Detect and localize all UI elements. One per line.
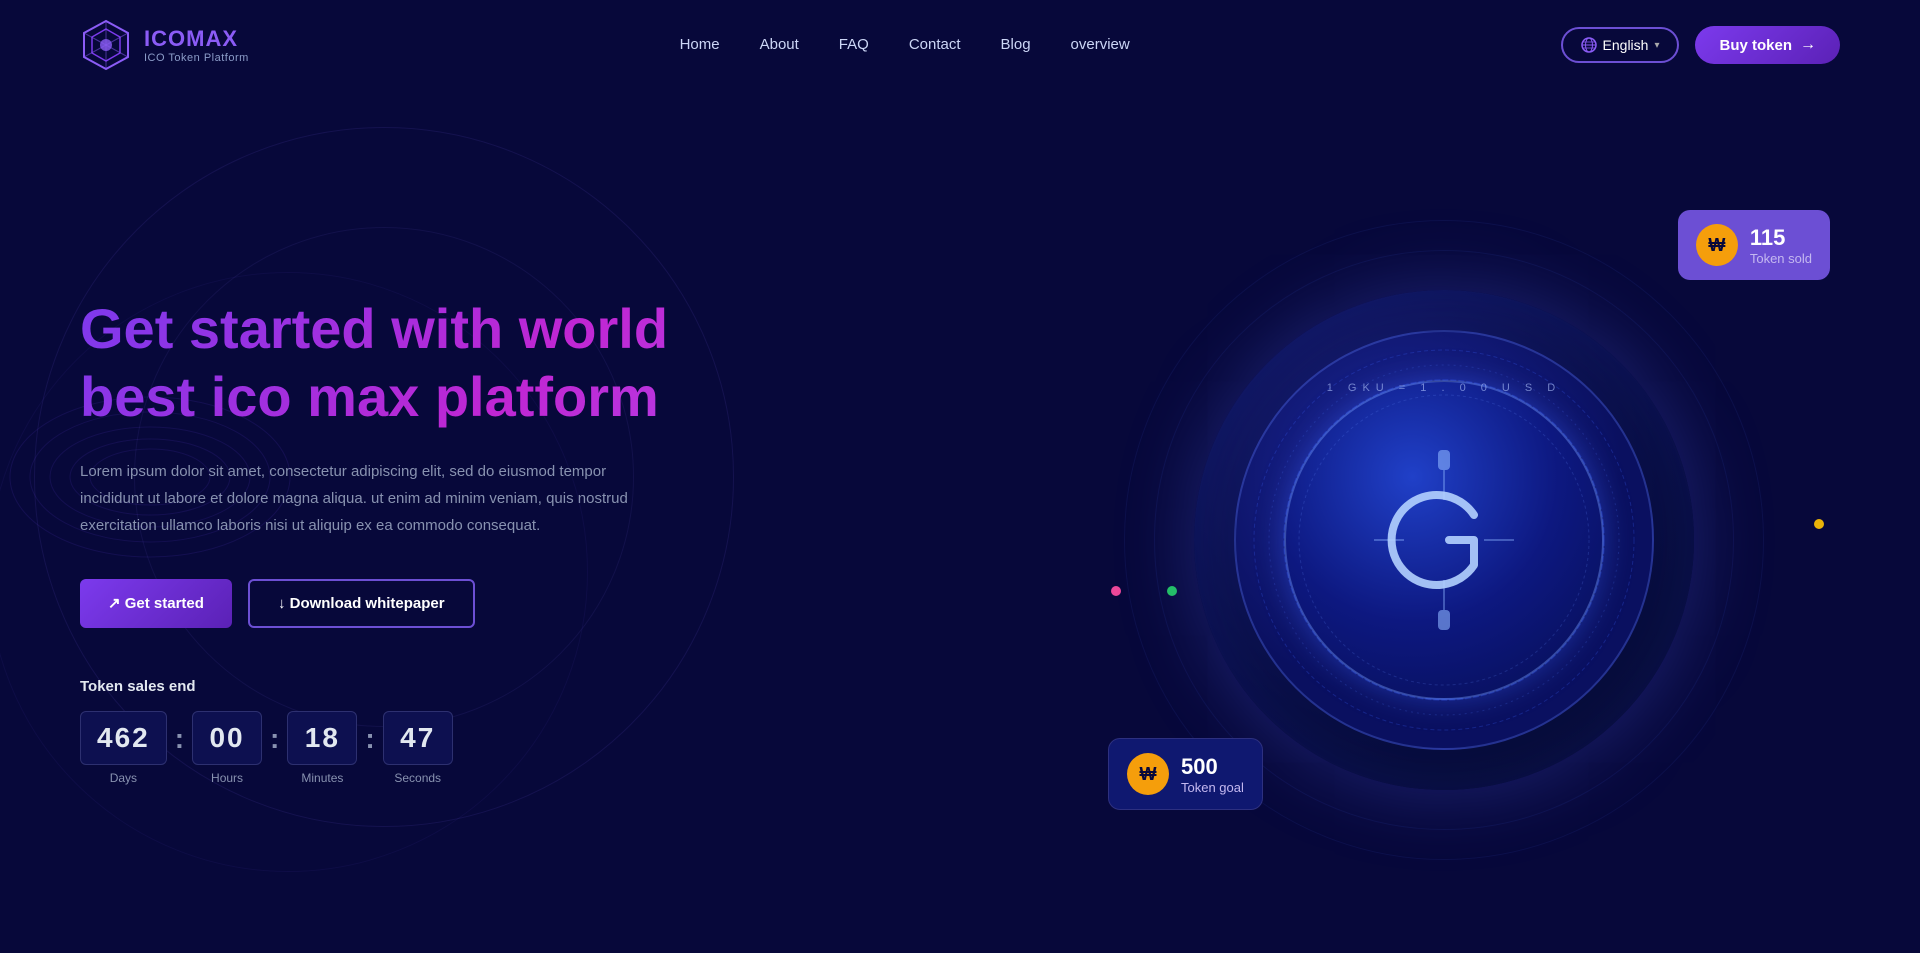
dot-yellow-right [1814,519,1824,529]
hours-value: 00 [192,711,262,765]
coin-outer-ring: 1 GKU = 1 . 0 0 U S D [1194,290,1694,790]
days-unit: Days [110,771,137,785]
separator-1: : [175,723,184,755]
buy-token-label: Buy token [1719,37,1792,54]
token-sold-label: Token sold [1750,251,1812,266]
cta-buttons: ↗ Get started ↓ Download whitepaper [80,579,1008,628]
hero-title-line2: best ico max platform [80,365,659,428]
token-goal-icon: ₩ [1127,753,1169,795]
hero-description: Lorem ipsum dolor sit amet, consectetur … [80,458,640,539]
nav-link-overview[interactable]: overview [1071,36,1130,53]
token-goal-number: 500 [1181,754,1244,780]
nav-link-contact[interactable]: Contact [909,36,961,53]
circuit-rings [1244,340,1644,740]
nav-item-overview[interactable]: overview [1071,36,1130,54]
download-whitepaper-button[interactable]: ↓ Download whitepaper [248,579,475,628]
nav-item-home[interactable]: Home [680,36,720,54]
nav-link-blog[interactable]: Blog [1001,36,1031,53]
countdown-seconds: 47 Seconds [383,711,453,785]
minutes-value: 18 [287,711,357,765]
token-sold-number: 115 [1750,225,1812,251]
token-goal-badge: ₩ 500 Token goal [1108,738,1263,810]
language-label: English [1603,37,1649,53]
left-section: Get started with world best ico max plat… [80,295,1048,784]
nav-links: Home About FAQ Contact Blog overview [680,36,1130,54]
token-sold-icon: ₩ [1696,224,1738,266]
download-label: ↓ Download whitepaper [278,595,445,612]
nav-link-about[interactable]: About [760,36,799,53]
globe-icon [1581,37,1597,53]
coin-container: 1 GKU = 1 . 0 0 U S D [1184,280,1704,800]
language-button[interactable]: English ▾ [1561,27,1680,63]
arrow-right-icon: → [1800,36,1816,54]
separator-2: : [270,723,279,755]
get-started-label: ↗ Get started [108,594,204,612]
days-value: 462 [80,711,167,765]
countdown-hours: 00 Hours [192,711,262,785]
main-content: Get started with world best ico max plat… [0,90,1920,950]
nav-link-faq[interactable]: FAQ [839,36,869,53]
logo-icon [80,19,132,71]
token-sold-text: 115 Token sold [1750,225,1812,266]
countdown-minutes: 18 Minutes [287,711,357,785]
get-started-button[interactable]: ↗ Get started [80,579,232,628]
navbar: ICOMAX ICO Token Platform Home About FAQ… [0,0,1920,90]
nav-right: English ▾ Buy token → [1561,26,1840,64]
token-sold-badge: ₩ 115 Token sold [1678,210,1830,280]
dot-pink-left [1111,586,1121,596]
coin-middle-ring: 1 GKU = 1 . 0 0 U S D [1234,330,1654,750]
nav-item-contact[interactable]: Contact [909,36,961,54]
countdown-timer: 462 Days : 00 Hours : 18 Minutes : 47 Se… [80,711,1008,785]
countdown-label: Token sales end [80,678,1008,695]
nav-item-about[interactable]: About [760,36,799,54]
chevron-down-icon: ▾ [1654,40,1659,51]
dot-green-left [1167,586,1177,596]
buy-token-button[interactable]: Buy token → [1695,26,1840,64]
logo-text: ICOMAX ICO Token Platform [144,26,249,64]
hero-title: Get started with world best ico max plat… [80,295,1008,429]
minutes-unit: Minutes [301,771,343,785]
countdown-section: Token sales end 462 Days : 00 Hours : 18… [80,678,1008,785]
nav-item-faq[interactable]: FAQ [839,36,869,54]
logo-tagline: ICO Token Platform [144,52,249,64]
hours-unit: Hours [211,771,243,785]
countdown-days: 462 Days [80,711,167,785]
right-section: ₩ 115 Token sold 1 GKU = 1 . [1048,190,1840,890]
rate-text: 1 GKU = 1 . 0 0 U S D [1327,382,1562,394]
logo-area: ICOMAX ICO Token Platform [80,19,249,71]
token-goal-label: Token goal [1181,780,1244,795]
hero-title-line1: Get started with world [80,297,668,360]
separator-3: : [365,723,374,755]
nav-item-blog[interactable]: Blog [1001,36,1031,54]
token-goal-text: 500 Token goal [1181,754,1244,795]
seconds-value: 47 [383,711,453,765]
seconds-unit: Seconds [394,771,441,785]
nav-link-home[interactable]: Home [680,36,720,53]
logo-name: ICOMAX [144,26,249,52]
